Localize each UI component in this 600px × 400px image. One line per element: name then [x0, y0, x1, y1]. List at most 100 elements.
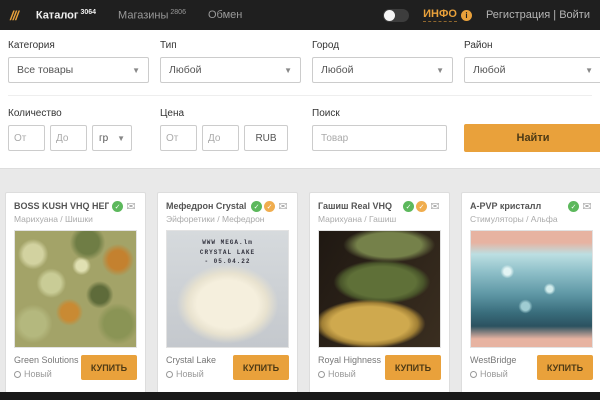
verified-icon: ✓ — [251, 201, 262, 212]
find-button[interactable]: Найти — [464, 124, 600, 152]
product-category: Эйфоретики / Мефедрон — [166, 214, 289, 224]
premium-icon: ✓ — [416, 201, 427, 212]
product-category: Стимуляторы / Альфа — [470, 214, 593, 224]
verified-icon: ✓ — [403, 201, 414, 212]
filter-row-2: Количество гр ▼ Цена RUB Поиск Найт — [8, 95, 592, 152]
status-circle-icon — [166, 371, 173, 378]
category-select[interactable]: Все товары ▼ — [8, 57, 149, 83]
badge-group: ✓✓✉ — [251, 201, 289, 212]
quantity-from-input[interactable] — [8, 125, 45, 151]
district-select[interactable]: Любой ▼ — [464, 57, 600, 83]
status-circle-icon — [470, 371, 477, 378]
top-nav-bar: /// Каталог3064 Магазины2806 Обмен ИНФО … — [0, 0, 600, 30]
seller-link[interactable]: Green Solutions — [14, 355, 79, 365]
envelope-icon[interactable]: ✉ — [125, 201, 137, 212]
footer-bar — [0, 392, 600, 400]
badge-group: ✓✓✉ — [403, 201, 441, 212]
filter-district: Район Любой ▼ — [464, 40, 600, 83]
product-title[interactable]: Гашиш Real VHQ — [318, 201, 392, 211]
search-input[interactable] — [312, 125, 447, 151]
product-category: Марихуана / Гашиш — [318, 214, 441, 224]
quantity-unit-value: гр — [99, 133, 108, 144]
badge-group: ✓✉ — [112, 201, 137, 212]
price-currency-box: RUB — [244, 125, 288, 151]
filter-row-1: Категория Все товары ▼ Тип Любой ▼ Город… — [8, 40, 592, 83]
catalog-count: 3064 — [80, 9, 96, 16]
nav-item-shops-label: Магазины — [118, 9, 168, 21]
verified-icon: ✓ — [112, 201, 123, 212]
city-label: Город — [312, 40, 453, 51]
info-link[interactable]: ИНФО i — [423, 8, 472, 22]
nav-item-exchange-label: Обмен — [208, 9, 242, 21]
price-from-input[interactable] — [160, 125, 197, 151]
seller-link[interactable]: Royal Highness — [318, 355, 381, 365]
filter-panel: Категория Все товары ▼ Тип Любой ▼ Город… — [0, 30, 600, 169]
seller-status: Новый — [318, 369, 381, 379]
search-label: Поиск — [312, 108, 453, 119]
auth-links[interactable]: Регистрация | Войти — [486, 9, 590, 21]
district-label: Район — [464, 40, 600, 51]
nav-item-exchange[interactable]: Обмен — [208, 9, 242, 21]
product-card: Гашиш Real VHQ ✓✓✉ Марихуана / Гашиш Roy… — [309, 192, 450, 395]
type-label: Тип — [160, 40, 301, 51]
quantity-to-input[interactable] — [50, 125, 87, 151]
product-photo-cannabis-buds[interactable] — [14, 230, 137, 348]
filter-type: Тип Любой ▼ — [160, 40, 301, 83]
envelope-icon[interactable]: ✉ — [429, 201, 441, 212]
buy-button[interactable]: КУПИТЬ — [385, 355, 441, 380]
seller-link[interactable]: Crystal Lake — [166, 355, 216, 365]
seller-link[interactable]: WestBridge — [470, 355, 516, 365]
chevron-down-icon: ▼ — [284, 66, 292, 75]
city-value: Любой — [321, 64, 353, 76]
buy-button[interactable]: КУПИТЬ — [233, 355, 289, 380]
site-logo[interactable]: /// — [10, 8, 18, 23]
type-select[interactable]: Любой ▼ — [160, 57, 301, 83]
product-card: A-PVP кристалл ✓✉ Стимуляторы / Альфа We… — [461, 192, 600, 395]
price-label: Цена — [160, 108, 301, 119]
product-photo-blue-crystals[interactable] — [470, 230, 593, 348]
filter-city: Город Любой ▼ — [312, 40, 453, 83]
status-label: Новый — [176, 369, 204, 379]
seller-status: Новый — [166, 369, 216, 379]
category-value: Все товары — [17, 64, 73, 76]
verified-icon: ✓ — [568, 201, 579, 212]
status-label: Новый — [328, 369, 356, 379]
product-photo-white-powder[interactable]: WWW MEGA.lm CRYSTAL LAKE - 05.04.22 — [166, 230, 289, 348]
price-to-input[interactable] — [202, 125, 239, 151]
city-select[interactable]: Любой ▼ — [312, 57, 453, 83]
buy-button[interactable]: КУПИТЬ — [81, 355, 137, 380]
product-card: Мефедрон Crystal VHQ ✓✓✉ Эйфоретики / Ме… — [157, 192, 298, 395]
chevron-down-icon: ▼ — [436, 66, 444, 75]
envelope-icon[interactable]: ✉ — [277, 201, 289, 212]
quantity-unit-select[interactable]: гр ▼ — [92, 125, 132, 151]
filter-search: Поиск — [312, 108, 453, 152]
nav-item-shops[interactable]: Магазины2806 — [118, 9, 186, 22]
product-category: Марихуана / Шишки — [14, 214, 137, 224]
info-icon: i — [461, 10, 472, 21]
info-label: ИНФО — [423, 8, 457, 22]
chevron-down-icon: ▼ — [585, 66, 593, 75]
filter-category: Категория Все товары ▼ — [8, 40, 149, 83]
type-value: Любой — [169, 64, 201, 76]
product-title[interactable]: BOSS KUSH VHQ НЕПРЕС — [14, 201, 109, 211]
status-label: Новый — [480, 369, 508, 379]
find-button-cell: Найти — [464, 108, 600, 152]
theme-toggle[interactable] — [383, 9, 409, 22]
nav-item-catalog[interactable]: Каталог3064 — [36, 9, 96, 22]
product-grid: BOSS KUSH VHQ НЕПРЕС ✓✉ Марихуана / Шишк… — [0, 169, 600, 395]
chevron-down-icon: ▼ — [117, 134, 125, 143]
district-value: Любой — [473, 64, 505, 76]
nav-item-catalog-label: Каталог — [36, 9, 79, 21]
product-photo-hashish-blocks[interactable] — [318, 230, 441, 348]
product-title[interactable]: Мефедрон Crystal VHQ — [166, 201, 248, 211]
quantity-label: Количество — [8, 108, 149, 119]
product-card: BOSS KUSH VHQ НЕПРЕС ✓✉ Марихуана / Шишк… — [5, 192, 146, 395]
badge-group: ✓✉ — [568, 201, 593, 212]
category-label: Категория — [8, 40, 149, 51]
product-title[interactable]: A-PVP кристалл — [470, 201, 541, 211]
buy-button[interactable]: КУПИТЬ — [537, 355, 593, 380]
seller-status: Новый — [470, 369, 516, 379]
seller-status: Новый — [14, 369, 79, 379]
envelope-icon[interactable]: ✉ — [581, 201, 593, 212]
photo-handwritten-note: WWW MEGA.lm CRYSTAL LAKE - 05.04.22 — [167, 238, 288, 267]
